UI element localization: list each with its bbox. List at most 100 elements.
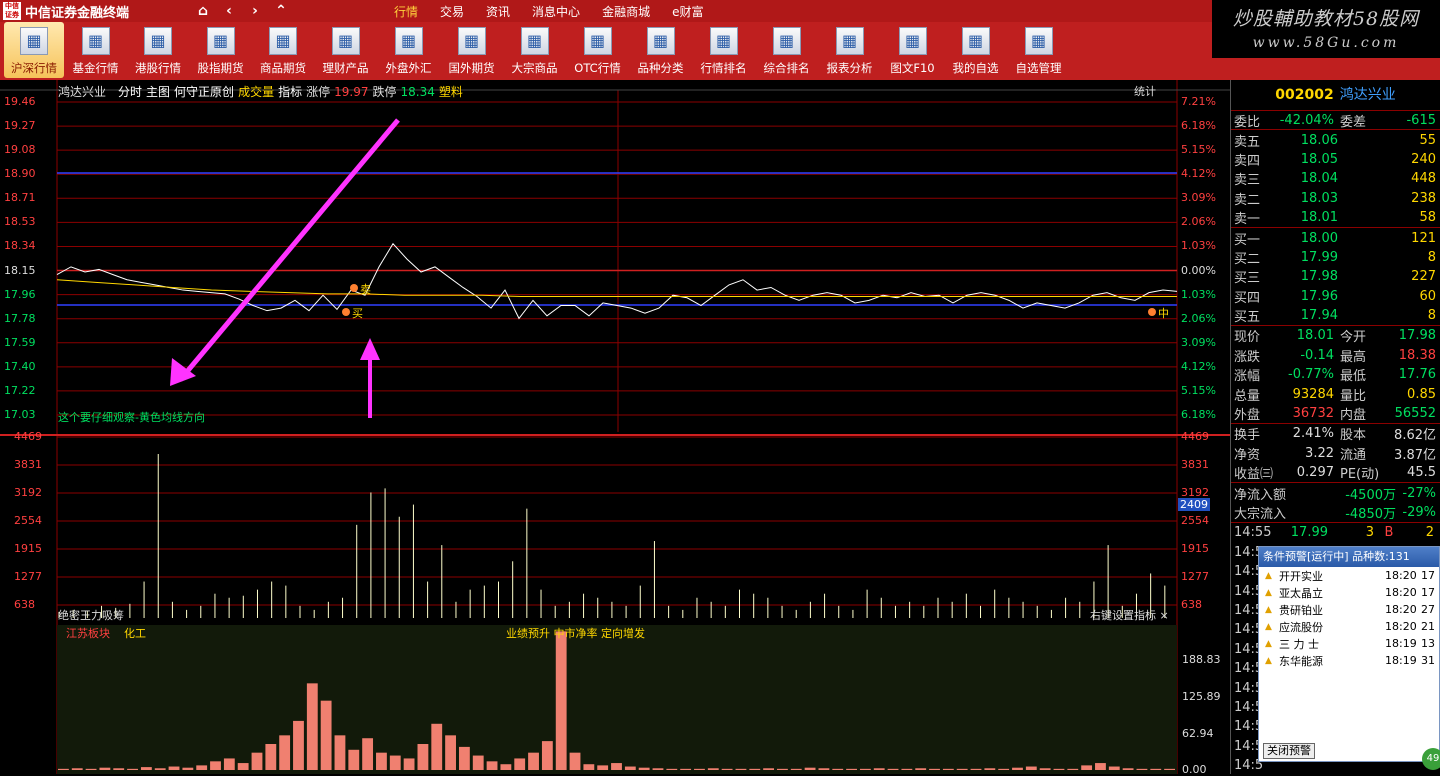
indicator-bar [873,768,885,770]
chart-area[interactable]: 19.46 7.21% 19.27 6.18% 19.08 5.15% 18.90 4.12%… [0,80,1230,776]
quote-cell: 卖五 [1234,134,1261,150]
toolbar-button-3[interactable]: ▦ 股指期货 [189,22,252,78]
toolbar-button-4[interactable]: ▦ 商品期货 [252,22,314,78]
dollar-icon: ▦ [331,27,360,55]
toolbar-button-6[interactable]: ▦ 外盘外汇 [377,22,440,78]
indicator-bar [85,768,97,770]
alert-item[interactable]: ▲ 东华能源 18:19 31 [1259,652,1439,669]
toolbar-button-10[interactable]: ▦ 品种分类 [629,22,692,78]
stats-block-2: 换手 2.41% 股本 8.62亿 净资 3.22 流通 3.87亿 收益㈢ 0.297 PE(动)… [1231,423,1440,482]
bid-row: 买五 17.94 8 [1231,306,1440,325]
chart-header-item[interactable]: 成交量 [238,85,274,99]
alert-item[interactable]: ▲ 亚太晶立 18:20 17 [1259,584,1439,601]
quote-cell: 448 [1411,171,1436,187]
intraday-chart-svg[interactable] [0,80,1230,774]
indicator-bar [389,755,401,770]
toolbar-button-15[interactable]: ▦ 我的自选 [944,22,1007,78]
toolbar-button-8[interactable]: ▦ 大宗商品 [503,22,566,78]
toolbar-label: 品种分类 [637,61,684,75]
menu-item-3[interactable]: 消息中心 [532,3,580,20]
quote-cell: 卖四 [1234,153,1261,169]
toolbar-button-13[interactable]: ▦ 报表分析 [818,22,881,78]
chart-header-item: 19.97 [334,85,369,99]
indicator-bar [1108,766,1120,770]
quote-cell: 涨幅 [1234,369,1261,385]
price-tick-label: 19.46 [4,95,36,108]
price-tick-label: 18.53 [4,215,36,229]
pct-tick-label: 3.09% [1181,335,1216,349]
indicator-bar [832,768,844,770]
alert-item[interactable]: ▲ 贵研铂业 18:20 27 [1259,601,1439,618]
indicator-bar [223,758,235,770]
toolbar-button-14[interactable]: ▦ 图文F10 [881,22,944,78]
chart-header-item[interactable]: 何守正原创 [174,85,234,99]
toolbar-label: 综合排名 [763,61,810,75]
alert-stock-name: 开开实业 [1279,569,1323,583]
menu-item-2[interactable]: 资讯 [486,3,510,20]
close-alert-button[interactable]: 关闭预警 [1263,743,1315,759]
indicator-bar [140,767,152,770]
price-tick-label: 18.15 [4,263,36,277]
quote-cell: 14:55 [1234,525,1272,541]
volume-tick-label: 2554 [14,514,42,527]
signal-marker [1148,308,1156,316]
chart-header-item[interactable]: 分时 [118,85,142,99]
home-icon[interactable]: ⌂ [190,3,216,19]
chart-header-item[interactable]: 主图 [146,85,170,99]
signal-marker [342,308,350,316]
alert-item[interactable]: ▲ 开开实业 18:20 17 [1259,567,1439,584]
watermark-line2: www.58Gu.com [1252,35,1400,51]
signal-marker [350,284,358,292]
condition-alert-window[interactable]: 条件预警[运行中] 品种数:131 ▲ 开开实业 18:20 17 ▲ 亚太晶立 18:20… [1258,546,1440,762]
alert-item[interactable]: ▲ 三 力 士 18:19 13 [1259,635,1439,652]
overall-rank-icon: ▦ [772,27,801,55]
menu-item-4[interactable]: 金融商城 [602,3,650,20]
menu-item-5[interactable]: e财富 [672,3,703,20]
alert-count: 21 [1421,620,1435,633]
notification-badge[interactable]: 49 [1422,748,1440,770]
indicator-settings-label[interactable]: 右键设置指标 × [1090,607,1169,623]
stat-row-2: 收益㈢ 0.297 PE(动) 45.5 [1231,463,1440,482]
toolbar-button-9[interactable]: ▦ OTC行情 [566,22,629,78]
signal-marker-label: 卖 [360,283,371,296]
quote-cell: 17.96 [1300,288,1338,304]
stat-row: 涨幅 -0.77% 最低 17.76 [1231,365,1440,384]
toolbar-button-16[interactable]: ▦ 自选管理 [1007,22,1070,78]
toolbar-button-0[interactable]: ▦ 沪深行情 [4,22,64,78]
alert-count: 13 [1421,637,1435,650]
indicator-bar [1122,768,1134,770]
indicator-bar [1053,768,1065,770]
chart-header-item[interactable]: 指标 [278,85,302,99]
menu-item-0[interactable]: 行情 [394,3,418,20]
indicator-bar [279,735,291,770]
indicator-bar [528,752,539,770]
alert-item[interactable]: ▲ 应流股份 18:20 21 [1259,618,1439,635]
toolbar-button-2[interactable]: ▦ 港股行情 [127,22,189,78]
quote-cell: 2 [1425,525,1434,541]
category-icon: ▦ [646,27,675,55]
toolbar-button-11[interactable]: ▦ 行情排名 [692,22,755,78]
forward-icon[interactable]: › [242,3,268,19]
menu-item-1[interactable]: 交易 [440,3,464,20]
quote-cell: -42.04% [1279,112,1334,128]
indicator-bar [998,768,1010,770]
indicator-title: 绝密王力吸筹 [58,609,124,622]
toolbar-button-1[interactable]: ▦ 基金行情 [64,22,127,78]
toolbar-button-12[interactable]: ▦ 综合排名 [755,22,818,78]
toolbar-label: 股指期货 [197,61,244,75]
indicator-bar [1025,766,1037,770]
stats-button[interactable]: 统计 [1134,83,1156,99]
back-icon[interactable]: ‹ [216,3,242,19]
indicator-bar [196,765,208,770]
toolbar-button-7[interactable]: ▦ 国外期货 [440,22,503,78]
indicator-bar [942,768,954,770]
indicator-bar [99,767,111,770]
up-icon[interactable]: ⌃ [268,3,294,19]
quote-cell: 18.01 [1300,210,1338,226]
indicator-bar [445,735,456,770]
toolbar-button-5[interactable]: ▦ 理财产品 [314,22,377,78]
up-arrow-icon: ▲ [1265,621,1272,632]
ranking-icon: ▦ [709,27,738,55]
indicator-bar [265,744,277,770]
indicator-bar [804,767,816,770]
